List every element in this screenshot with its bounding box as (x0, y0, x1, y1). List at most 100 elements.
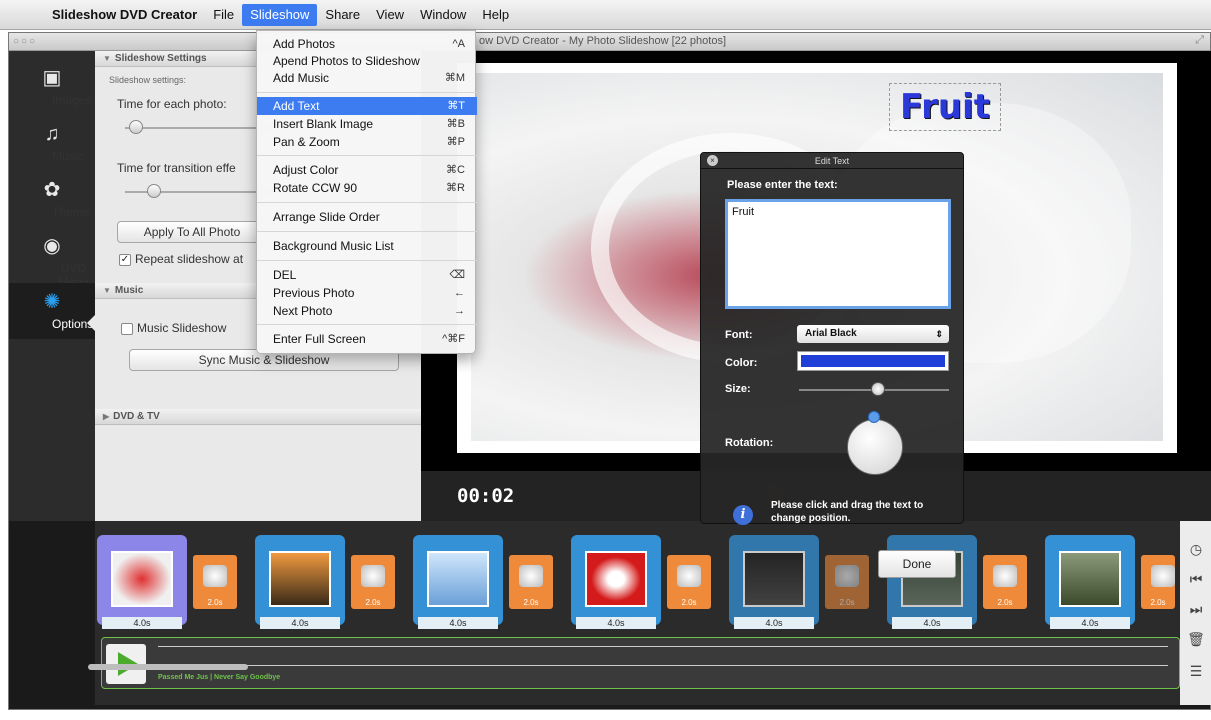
timeline-photo[interactable] (255, 535, 345, 625)
app-menu[interactable]: Slideshow DVD Creator (44, 4, 205, 26)
transition-time-knob[interactable] (147, 184, 161, 198)
rotation-dial[interactable] (847, 419, 903, 475)
section-dvd-tv[interactable]: ▶ DVD & TV (95, 409, 421, 425)
photo-duration[interactable]: 4.0s (892, 617, 972, 629)
menu-separator (257, 155, 477, 156)
timeline-photo[interactable] (887, 535, 977, 625)
menu-item-bg-music-list[interactable]: Background Music List (257, 237, 477, 255)
section-dvd-title: DVD & TV (113, 411, 160, 422)
menu-item-delete[interactable]: DEL ⌫ (257, 266, 477, 284)
menu-item-label: Pan & Zoom (273, 135, 340, 149)
slideshow-menu: Add Photos ^A Apend Photos to Slideshow A… (256, 30, 477, 354)
photo-duration[interactable]: 4.0s (576, 617, 656, 629)
size-knob[interactable] (871, 382, 885, 396)
audio-track[interactable]: Passed Me Jus | Never Say Goodbye (101, 637, 1180, 689)
skip-back-icon[interactable]: ⏮ (1186, 569, 1206, 589)
repeat-checkbox[interactable]: ✓ (119, 254, 131, 266)
palette-icon: ✿ (43, 179, 61, 201)
menu-item-arrange-order[interactable]: Arrange Slide Order (257, 208, 477, 226)
transition-tile[interactable]: 2.0s (193, 555, 237, 609)
updown-icon: ⇕ (935, 329, 943, 339)
menu-item-previous-photo[interactable]: Previous Photo ← (257, 284, 477, 302)
menu-window[interactable]: Window (412, 4, 474, 26)
nav-label-music: Music (52, 149, 84, 163)
transition-tile[interactable]: 2.0s (667, 555, 711, 609)
color-fill (801, 355, 945, 367)
dialog-prompt: Please enter the text: (727, 179, 838, 191)
menu-item-add-text[interactable]: Add Text ⌘T (257, 97, 477, 115)
window-title: ow DVD Creator - My Photo Slideshow [22 … (479, 35, 727, 47)
menu-item-add-music[interactable]: Add Music ⌘M (257, 69, 477, 87)
menu-shortcut: ⌫ (449, 269, 465, 281)
clock-icon[interactable]: ◷ (1186, 539, 1206, 559)
menu-shortcut: ⌘P (446, 136, 465, 148)
color-swatch[interactable] (797, 351, 949, 371)
photo-duration[interactable]: 4.0s (260, 617, 340, 629)
font-label: Font: (725, 329, 753, 341)
nav-item-music[interactable]: ♫ Music (9, 115, 95, 171)
trash-icon[interactable]: 🗑 (1186, 629, 1206, 649)
transition-duration: 2.0s (839, 598, 855, 607)
section-title: Slideshow Settings (114, 53, 207, 64)
disclosure-closed-icon: ▶ (103, 412, 110, 421)
nav-item-images[interactable]: ▣ Images (9, 59, 95, 115)
menu-item-next-photo[interactable]: Next Photo → (257, 302, 477, 320)
window-controls[interactable]: ○○○ (13, 36, 37, 47)
photo-time-slider[interactable] (125, 127, 275, 129)
nav-item-dvd-menu[interactable]: ◉ DVD Menu (9, 227, 95, 289)
list-icon[interactable]: ☰ (1186, 661, 1206, 681)
dice-icon (993, 565, 1017, 587)
menu-item-append-photos[interactable]: Apend Photos to Slideshow (257, 52, 477, 70)
timeline-photo[interactable] (97, 535, 187, 625)
menu-slideshow[interactable]: Slideshow (242, 3, 318, 26)
photo-duration[interactable]: 4.0s (734, 617, 814, 629)
time-each-photo-label: Time for each photo: (117, 97, 227, 111)
timeline-photo[interactable] (1045, 535, 1135, 625)
timeline-photo[interactable] (413, 535, 503, 625)
menu-view[interactable]: View (368, 4, 412, 26)
menu-item-full-screen[interactable]: Enter Full Screen ^⌘F (257, 330, 477, 348)
nav-item-options[interactable]: ✺ Options (9, 283, 95, 339)
rotation-label: Rotation: (725, 437, 774, 449)
rotation-knob[interactable] (868, 411, 880, 423)
font-value: Arial Black (805, 328, 857, 339)
timeline-photo[interactable] (571, 535, 661, 625)
transition-tile[interactable]: 2.0s (983, 555, 1027, 609)
photo-duration[interactable]: 4.0s (418, 617, 498, 629)
done-button[interactable]: Done (878, 550, 956, 578)
timeline-photo[interactable] (729, 535, 819, 625)
menu-item-label: Arrange Slide Order (273, 210, 380, 224)
photo-duration[interactable]: 4.0s (102, 617, 182, 629)
menu-item-label: Adjust Color (273, 163, 339, 177)
text-overlay[interactable]: Fruit (889, 83, 1001, 131)
transition-duration: 2.0s (997, 598, 1013, 607)
horizontal-scrollbar[interactable] (88, 664, 248, 670)
menu-shortcut: ^A (452, 38, 466, 50)
transition-tile[interactable]: 2.0s (509, 555, 553, 609)
menu-share[interactable]: Share (317, 4, 368, 26)
menu-item-adjust-color[interactable]: Adjust Color ⌘C (257, 161, 477, 179)
transition-tile[interactable]: 2.0s (1141, 555, 1175, 609)
app-window: ○○○ ow DVD Creator - My Photo Slideshow … (8, 32, 1211, 710)
font-select[interactable]: Arial Black ⇕ (797, 325, 949, 343)
settings-subtitle: Slideshow settings: (109, 75, 187, 85)
text-input[interactable]: Fruit (725, 199, 951, 309)
menu-item-pan-zoom[interactable]: Pan & Zoom ⌘P (257, 133, 477, 151)
menu-item-rotate[interactable]: Rotate CCW 90 ⌘R (257, 179, 477, 197)
menu-item-insert-blank[interactable]: Insert Blank Image ⌘B (257, 115, 477, 133)
transition-tile[interactable]: 2.0s (825, 555, 869, 609)
apply-all-button[interactable]: Apply To All Photo (117, 221, 267, 243)
transition-tile[interactable]: 2.0s (351, 555, 395, 609)
photo-duration[interactable]: 4.0s (1050, 617, 1130, 629)
menu-file[interactable]: File (205, 4, 242, 26)
skip-forward-icon[interactable]: ⏭ (1186, 599, 1206, 619)
photo-time-knob[interactable] (129, 120, 143, 134)
menu-help[interactable]: Help (474, 4, 517, 26)
menu-item-add-photos[interactable]: Add Photos ^A (257, 35, 477, 53)
fullscreen-icon[interactable]: ⤢ (1195, 34, 1204, 47)
nav-item-theme[interactable]: ✿ Theme (9, 171, 95, 227)
close-icon[interactable]: × (707, 155, 718, 166)
menu-shortcut: ⌘T (447, 100, 465, 112)
music-slideshow-checkbox[interactable] (121, 323, 133, 335)
info-icon: i (733, 505, 753, 525)
